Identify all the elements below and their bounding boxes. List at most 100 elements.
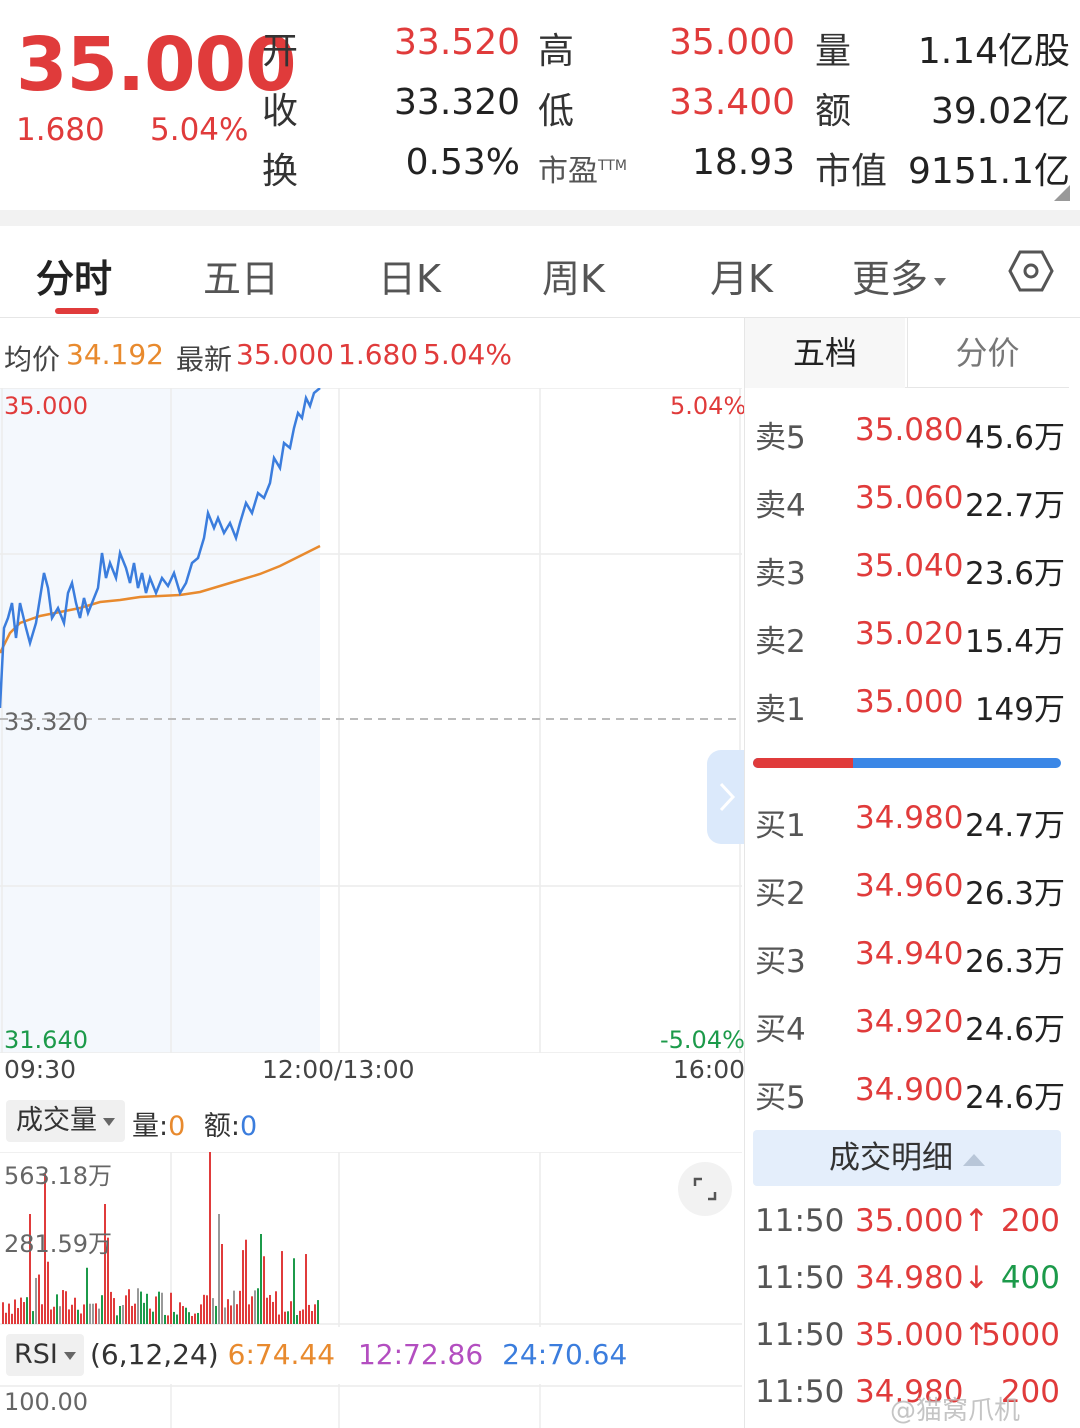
intraday-price-chart[interactable]	[0, 388, 742, 1053]
rsi-tick-top: 100.00	[4, 1388, 88, 1416]
pe-label-text: 市盈	[538, 154, 598, 189]
ask-row[interactable]: 卖3 35.040 23.6万	[755, 548, 1065, 608]
volume-bar	[296, 1315, 298, 1324]
bid-row[interactable]: 买3 34.940 26.3万	[755, 936, 1065, 996]
trade-volume: 5000	[981, 1317, 1060, 1353]
ask-row[interactable]: 卖2 35.020 15.4万	[755, 616, 1065, 676]
volume-bar	[209, 1152, 211, 1324]
volume-bar	[104, 1204, 106, 1324]
trade-time: 11:50	[755, 1317, 845, 1353]
volume-bar	[89, 1303, 91, 1324]
volume-bar	[275, 1291, 277, 1324]
ask-row[interactable]: 卖1 35.000 149万	[755, 684, 1065, 744]
bid-level-label: 买1	[755, 808, 806, 844]
volume-bar	[260, 1234, 262, 1324]
tab-five-day[interactable]: 五日	[203, 248, 279, 303]
vol-label: 量:	[132, 1111, 169, 1142]
volume-bar	[167, 1315, 169, 1324]
volume-bar	[17, 1308, 19, 1324]
bid-price: 34.920	[855, 1004, 964, 1040]
bid-volume: 26.3万	[964, 944, 1065, 980]
close-label: 收	[262, 91, 299, 132]
volume-bar	[65, 1291, 67, 1324]
rsi-chart[interactable]	[0, 1384, 742, 1428]
volume-bar	[251, 1296, 253, 1324]
tab-daily-k[interactable]: 日K	[378, 248, 441, 303]
volume-bar	[245, 1239, 247, 1324]
trade-price: 34.980↓	[855, 1260, 990, 1296]
bid-price: 34.940	[855, 936, 964, 972]
sell-ratio-fill	[753, 758, 853, 768]
volume-bar	[131, 1305, 133, 1324]
volume-bar	[110, 1291, 112, 1324]
volume-bar	[11, 1313, 13, 1324]
rsi-indicator-select[interactable]: RSI	[6, 1334, 84, 1376]
bid-row[interactable]: 买1 34.980 24.7万	[755, 800, 1065, 860]
ask-row[interactable]: 卖5 35.080 45.6万	[755, 412, 1065, 472]
volume-bar	[35, 1277, 37, 1324]
ask-volume: 15.4万	[964, 624, 1065, 660]
tab-intraday[interactable]: 分时	[36, 248, 112, 303]
volume-bar	[197, 1312, 199, 1324]
volume-bar	[134, 1303, 136, 1324]
volume-bar	[62, 1290, 64, 1324]
ask-price: 35.060	[855, 480, 964, 516]
volume-bar	[59, 1306, 61, 1324]
trade-row: 11:50 34.980↓ 400	[755, 1260, 1060, 1316]
volume-bar	[86, 1267, 88, 1324]
volume-bar	[170, 1292, 172, 1324]
tab-price-distribution[interactable]: 分价	[907, 318, 1067, 388]
bid-row[interactable]: 买5 34.900 24.6万	[755, 1072, 1065, 1132]
expand-corner-icon[interactable]	[1054, 185, 1070, 201]
volume-bar	[26, 1297, 28, 1324]
bid-row[interactable]: 买2 34.960 26.3万	[755, 868, 1065, 928]
volume-bar	[155, 1296, 157, 1324]
ask-price: 35.020	[855, 616, 964, 652]
trade-row: 11:50 35.000↑ 200	[755, 1203, 1060, 1259]
volume-bar	[278, 1314, 280, 1324]
rsi-params: (6,12,24)	[90, 1338, 219, 1371]
chart-tabs: 分时 五日 日K 周K 月K 更多	[0, 226, 1080, 318]
time-end: 16:00	[673, 1055, 746, 1084]
volume-bar	[203, 1294, 205, 1324]
pe-label-sup: TTM	[598, 158, 627, 174]
bid-row[interactable]: 买4 34.920 24.6万	[755, 1004, 1065, 1064]
volume-bar	[95, 1303, 97, 1324]
axis-price-bottom: 31.640	[4, 1026, 88, 1054]
tab-more[interactable]: 更多	[852, 248, 947, 303]
volume-bar	[230, 1305, 232, 1324]
panel-toggle-handle[interactable]	[707, 750, 745, 844]
tab-weekly-k[interactable]: 周K	[542, 248, 605, 303]
volume-header: 成交量 量:0 额:0	[0, 1098, 742, 1146]
volume-bar	[308, 1304, 310, 1324]
watermark: @猫窝爪机	[890, 1396, 1021, 1426]
tab-more-label: 更多	[852, 257, 929, 301]
tab-five-levels[interactable]: 五档	[745, 318, 905, 388]
chevron-right-icon	[719, 782, 736, 812]
amt-label: 额:	[203, 1111, 240, 1142]
volume-bar	[53, 1306, 55, 1324]
volume-bar	[143, 1302, 145, 1324]
volume-bar	[212, 1298, 214, 1324]
avg-label: 均价	[4, 343, 61, 376]
ask-row[interactable]: 卖4 35.060 22.7万	[755, 480, 1065, 540]
trade-row: 11:50 35.000↑ 5000	[755, 1317, 1060, 1373]
volume-bar	[125, 1295, 127, 1324]
tab-monthly-k[interactable]: 月K	[710, 248, 773, 303]
open-label: 开	[262, 31, 299, 72]
bid-volume: 24.7万	[964, 808, 1065, 844]
last-label: 最新	[176, 343, 233, 376]
volume-bar	[2, 1302, 4, 1324]
last-change-pct: 5.04%	[423, 338, 512, 371]
volume-bar	[8, 1303, 10, 1324]
fullscreen-icon	[693, 1177, 717, 1201]
fullscreen-button[interactable]	[678, 1162, 732, 1216]
high-label: 高	[538, 31, 575, 72]
price-change-pct: 5.04%	[150, 112, 249, 148]
settings-hexagon-icon[interactable]	[1008, 248, 1054, 294]
volume-bar	[38, 1274, 40, 1324]
volume-indicator-select[interactable]: 成交量	[6, 1100, 125, 1142]
trade-detail-toggle[interactable]: 成交明细	[753, 1130, 1061, 1186]
ask-level-label: 卖1	[755, 692, 806, 728]
volume-bar	[188, 1312, 190, 1324]
